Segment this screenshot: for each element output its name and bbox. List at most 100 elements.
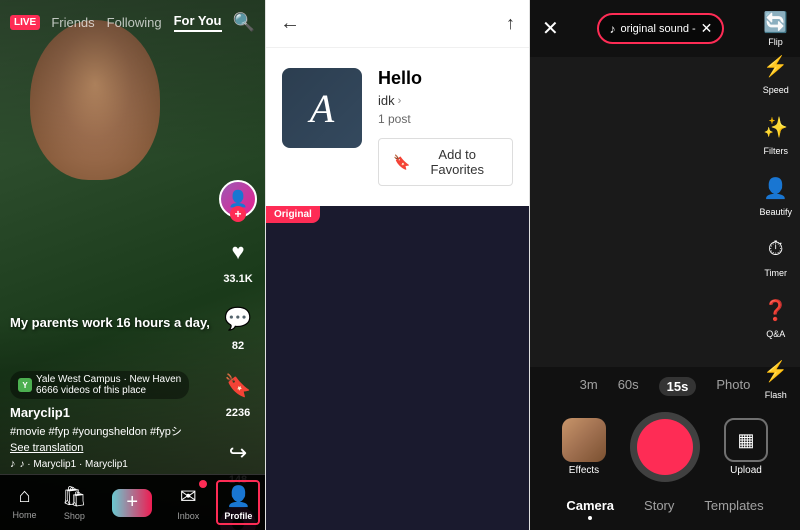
user-avatar[interactable]: 👤 xyxy=(219,180,257,218)
sound-details: Hello idk › 1 post 🔖 Add to Favorites xyxy=(378,68,513,186)
sound-posts-count: 1 post xyxy=(378,112,513,126)
sound-pill-close-button[interactable]: ✕ xyxy=(701,20,713,37)
beautify-tool[interactable]: 👤 Beautify xyxy=(759,172,792,217)
location-tag[interactable]: Y Yale West Campus · New Haven 6666 vide… xyxy=(10,371,189,399)
nav-following[interactable]: Following xyxy=(107,15,162,30)
sound-pill[interactable]: ♪ original sound - ✕ xyxy=(597,13,724,44)
shop-icon: 🛍 xyxy=(62,484,87,509)
nav-items: Friends Following For You xyxy=(51,13,221,32)
live-badge[interactable]: LIVE xyxy=(10,15,40,30)
qa-icon: ❓ xyxy=(760,294,792,326)
camera-right-tools: ⚡ Speed ✨ Filters 👤 Beautify ⏱ Timer ❓ Q… xyxy=(759,50,792,400)
filters-tool[interactable]: ✨ Filters xyxy=(760,111,792,156)
profile-icon: 👤 xyxy=(226,484,251,509)
beautify-label: Beautify xyxy=(759,207,792,217)
camera-controls: Effects ▦ Upload xyxy=(530,404,800,490)
camera-nav-dot xyxy=(588,516,592,520)
heart-icon[interactable]: ♥ xyxy=(220,234,256,270)
sound-header: ← ↑ xyxy=(266,0,529,48)
back-button[interactable]: ← xyxy=(280,12,300,35)
avatar-action[interactable]: 👤 xyxy=(219,180,257,218)
sound-thumbnail: A xyxy=(282,68,362,148)
add-to-favorites-button[interactable]: 🔖 Add to Favorites xyxy=(378,138,513,186)
feed-hashtags[interactable]: #movie #fyp #youngsheldon #fypシ xyxy=(10,423,215,439)
feed-sound[interactable]: ♪ ♪ · Maryclip1 · Maryclip1 xyxy=(10,458,215,470)
comment-action[interactable]: 💬 82 xyxy=(220,301,256,352)
record-button[interactable] xyxy=(630,412,700,482)
speed-label: Speed xyxy=(763,85,789,95)
inbox-label: Inbox xyxy=(177,511,199,521)
sound-artist-link[interactable]: idk › xyxy=(378,93,513,108)
camera-nav-label: Camera xyxy=(566,498,614,513)
story-nav-label: Story xyxy=(644,498,674,513)
like-action[interactable]: ♥ 33.1K xyxy=(220,234,256,285)
nav-friends[interactable]: Friends xyxy=(51,15,94,30)
filters-label: Filters xyxy=(763,146,788,156)
camera-panel: ✕ ♪ original sound - ✕ 🔄 Flip ⚡ Speed ✨ … xyxy=(530,0,800,530)
cam-nav-camera[interactable]: Camera xyxy=(566,498,614,520)
speed-tool[interactable]: ⚡ Speed xyxy=(760,50,792,95)
duration-60s[interactable]: 60s xyxy=(618,377,639,396)
profile-label: Profile xyxy=(224,511,252,521)
upload-icon: ▦ xyxy=(737,430,754,451)
cam-nav-story[interactable]: Story xyxy=(644,498,674,520)
duration-photo[interactable]: Photo xyxy=(716,377,750,396)
qa-label: Q&A xyxy=(766,329,785,339)
search-icon[interactable]: 🔍 xyxy=(233,12,255,33)
duration-3m[interactable]: 3m xyxy=(580,377,598,396)
bottom-navigation: ⌂ Home 🛍 Shop + ✉ Inbox 👤 Profile xyxy=(0,474,265,530)
sound-title: Hello xyxy=(378,68,513,89)
cam-nav-templates[interactable]: Templates xyxy=(704,498,763,520)
camera-bottom-nav: Camera Story Templates xyxy=(530,490,800,530)
camera-header: ✕ ♪ original sound - ✕ 🔄 Flip xyxy=(530,0,800,57)
sound-videos-section: Original xyxy=(266,206,529,530)
nav-create[interactable]: + xyxy=(104,485,160,521)
close-camera-button[interactable]: ✕ xyxy=(542,16,559,41)
plus-icon: + xyxy=(126,491,138,514)
nav-shop[interactable]: 🛍 Shop xyxy=(54,480,95,525)
comment-count: 82 xyxy=(232,340,244,352)
shop-label: Shop xyxy=(64,511,85,521)
sound-thumbnail-letter: A xyxy=(310,85,334,132)
effects-button[interactable]: Effects xyxy=(562,418,606,476)
sound-info-section: A Hello idk › 1 post 🔖 Add to Favorites xyxy=(266,48,529,206)
feed-bottom-info: Y Yale West Campus · New Haven 6666 vide… xyxy=(10,371,215,470)
feed-username[interactable]: Maryclip1 xyxy=(10,405,215,420)
feed-panel: LIVE Friends Following For You 🔍 My pare… xyxy=(0,0,265,530)
flash-tool[interactable]: ⚡ Flash xyxy=(760,355,792,400)
duration-15s[interactable]: 15s xyxy=(659,377,697,396)
qa-tool[interactable]: ❓ Q&A xyxy=(760,294,792,339)
flip-label: Flip xyxy=(768,37,783,47)
flash-label: Flash xyxy=(765,390,787,400)
share-icon[interactable]: ↪ xyxy=(220,435,256,471)
sound-share-button[interactable]: ↑ xyxy=(506,13,515,34)
comment-icon[interactable]: 💬 xyxy=(220,301,256,337)
location-name: Yale West Campus · New Haven 6666 videos… xyxy=(36,374,181,396)
timer-label: Timer xyxy=(764,268,787,278)
create-button[interactable]: + xyxy=(112,489,152,517)
see-translation[interactable]: See translation xyxy=(10,442,215,454)
feed-caption: My parents work 16 hours a day, xyxy=(10,315,215,330)
upload-button[interactable]: ▦ Upload xyxy=(724,418,768,476)
flip-icon: 🔄 xyxy=(763,10,788,35)
effects-thumbnail xyxy=(562,418,606,462)
speed-icon: ⚡ xyxy=(760,50,792,82)
caption-overlay: My parents work 16 hours a day, xyxy=(10,315,215,330)
templates-nav-label: Templates xyxy=(704,498,763,513)
sound-video-preview[interactable] xyxy=(266,206,529,530)
nav-for-you[interactable]: For You xyxy=(174,13,222,32)
bookmark-action[interactable]: 🔖 2236 xyxy=(220,368,256,419)
home-icon: ⌂ xyxy=(19,485,31,508)
flip-tool[interactable]: 🔄 Flip xyxy=(763,10,788,47)
bookmark-count: 2236 xyxy=(226,407,250,419)
timer-tool[interactable]: ⏱ Timer xyxy=(760,233,792,278)
filters-icon: ✨ xyxy=(760,111,792,143)
bookmark-add-icon: 🔖 xyxy=(393,154,410,171)
inbox-notification-dot xyxy=(199,480,207,488)
sound-panel: ← ↑ A Hello idk › 1 post 🔖 Add to Favori… xyxy=(265,0,530,530)
nav-profile[interactable]: 👤 Profile xyxy=(216,480,260,525)
nav-home[interactable]: ⌂ Home xyxy=(5,481,45,524)
inbox-icon: ✉ xyxy=(180,484,197,509)
bookmark-icon[interactable]: 🔖 xyxy=(220,368,256,404)
nav-inbox[interactable]: ✉ Inbox xyxy=(169,480,207,525)
